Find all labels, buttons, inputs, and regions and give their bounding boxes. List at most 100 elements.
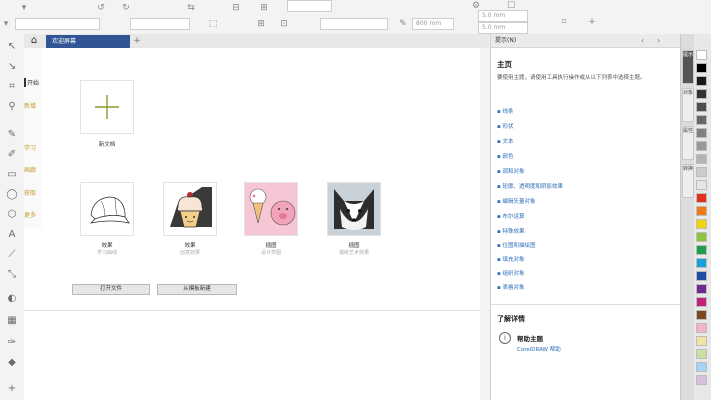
color-swatch[interactable] [696,336,707,346]
dropdown-icon[interactable]: ▾ [18,2,30,14]
color-swatch[interactable] [696,50,707,60]
transform-icon[interactable]: ⬚ [207,18,219,30]
color-swatch[interactable] [696,154,707,164]
nav-item-new[interactable]: 新增 [24,101,42,110]
color-swatch[interactable] [696,167,707,177]
align-icon[interactable]: ⊟ [230,2,242,14]
color-swatch[interactable] [696,245,707,255]
nav-item-more[interactable]: 更多 [24,210,42,219]
align-icon[interactable]: ⊞ [258,2,270,14]
color-swatch[interactable] [696,362,707,372]
shadow-tool-icon[interactable]: ◐ [5,292,19,306]
crop-tool-icon[interactable]: ⌗ [5,80,19,94]
color-swatch[interactable] [696,180,707,190]
hint-link[interactable]: 文本 [497,137,513,145]
font-field[interactable] [15,18,100,30]
color-swatch[interactable] [696,89,707,99]
connector-tool-icon[interactable]: ⤡ [5,268,19,282]
color-swatch[interactable] [696,375,707,385]
color-swatch[interactable] [696,297,707,307]
crop-icon[interactable]: ⌗ [558,16,570,28]
color-swatch[interactable] [696,258,707,268]
nudge-x-field[interactable]: 5.0 mm [478,10,528,22]
zoom-field[interactable] [287,0,332,12]
color-swatch[interactable] [696,271,707,281]
nav-item-start[interactable]: 开始 [24,78,45,87]
color-swatch[interactable] [696,128,707,138]
nav-item-learn[interactable]: 学习 [24,143,42,152]
color-swatch[interactable] [696,323,707,333]
hint-link[interactable]: 编辑矢量对象 [497,197,535,205]
color-swatch[interactable] [696,63,707,73]
vertical-scrollbar[interactable] [480,48,489,400]
new-from-template-button[interactable]: 从模板新建 [157,284,237,295]
hint-link[interactable]: 布尔运算 [497,212,524,220]
docker-tab-properties[interactable]: 属性 [682,126,694,160]
help-link[interactable]: CorelDRAW 帮助 [517,345,561,353]
open-file-button[interactable]: 打开文件 [72,284,150,295]
color-swatch[interactable] [696,219,707,229]
docker-tab-objects[interactable]: 对象 [682,88,694,122]
home-icon[interactable]: ⌂ [26,35,42,47]
color-swatch[interactable] [696,141,707,151]
rectangle-tool-icon[interactable]: ▭ [5,168,19,182]
hint-link[interactable]: 调和对象 [497,167,524,175]
hint-link[interactable]: 线条 [497,107,513,115]
artistic-media-icon[interactable]: ✐ [5,148,19,162]
position-icon[interactable]: ⊡ [278,18,290,30]
add-tab-icon[interactable]: + [132,36,142,46]
new-document-card[interactable] [80,80,134,134]
template-card[interactable] [80,182,134,236]
arrow-icon[interactable]: ↻ [120,2,132,14]
polygon-tool-icon[interactable]: ⬡ [5,208,19,222]
hint-link[interactable]: 特殊效果 [497,227,524,235]
hint-link[interactable]: 形状 [497,122,513,130]
pick-tool-icon[interactable]: ↖ [5,40,19,54]
hints-forward-icon[interactable]: › [657,36,660,45]
template-card[interactable] [163,182,217,236]
position-icon[interactable]: ⊞ [255,18,267,30]
color-swatch[interactable] [696,115,707,125]
color-swatch[interactable] [696,349,707,359]
shape-tool-icon[interactable]: ↘ [5,60,19,74]
color-swatch[interactable] [696,310,707,320]
color-swatch[interactable] [696,232,707,242]
docker-tab-hints[interactable]: 提示 [682,50,694,84]
pen-icon[interactable]: ✎ [397,18,409,30]
template-card[interactable] [244,182,298,236]
zoom-tool-icon[interactable]: ⚲ [5,100,19,114]
color-swatch[interactable] [696,193,707,203]
hints-back-icon[interactable]: ‹ [641,36,644,45]
color-swatch[interactable] [696,284,707,294]
eyedropper-tool-icon[interactable]: ✑ [5,336,19,350]
fill-tool-icon[interactable]: ◆ [5,356,19,370]
hint-link[interactable]: 组织对象 [497,269,524,277]
add-tool-icon[interactable]: + [5,382,19,396]
color-swatch[interactable] [696,206,707,216]
color-swatch[interactable] [696,76,707,86]
dropdown-icon[interactable]: ▾ [0,18,12,30]
arrow-icon[interactable]: ↺ [95,2,107,14]
parallel-dimension-icon[interactable]: ⟋ [5,248,19,262]
nudge-y-field[interactable]: 5.0 mm [478,22,528,34]
color-swatch[interactable] [696,102,707,112]
plus-icon[interactable]: + [586,16,598,28]
hint-link[interactable]: 轮廓、透明度和阴影效果 [497,182,563,190]
freehand-tool-icon[interactable]: ✎ [5,128,19,142]
width-field[interactable] [130,18,190,30]
hint-link[interactable]: 颜色 [497,152,513,160]
nav-item-get-more[interactable]: 获取 [24,188,42,197]
hint-link[interactable]: 位图和描绘图 [497,241,535,249]
template-card[interactable] [327,182,381,236]
outline-field[interactable] [320,18,388,30]
transparency-tool-icon[interactable]: ▦ [5,314,19,328]
hint-link[interactable]: 表格对象 [497,283,524,291]
text-tool-icon[interactable]: A [5,228,19,242]
size-field[interactable]: 800 mm [412,18,454,30]
ellipse-tool-icon[interactable]: ◯ [5,188,19,202]
tab-welcome-screen[interactable]: 欢迎屏幕 [46,35,130,48]
mirror-icon[interactable]: ⇆ [185,2,197,14]
nav-item-gallery[interactable]: 画廊 [24,165,42,174]
hint-link[interactable]: 填充对象 [497,255,524,263]
docker-tab-transform[interactable]: 转换 [682,164,694,198]
